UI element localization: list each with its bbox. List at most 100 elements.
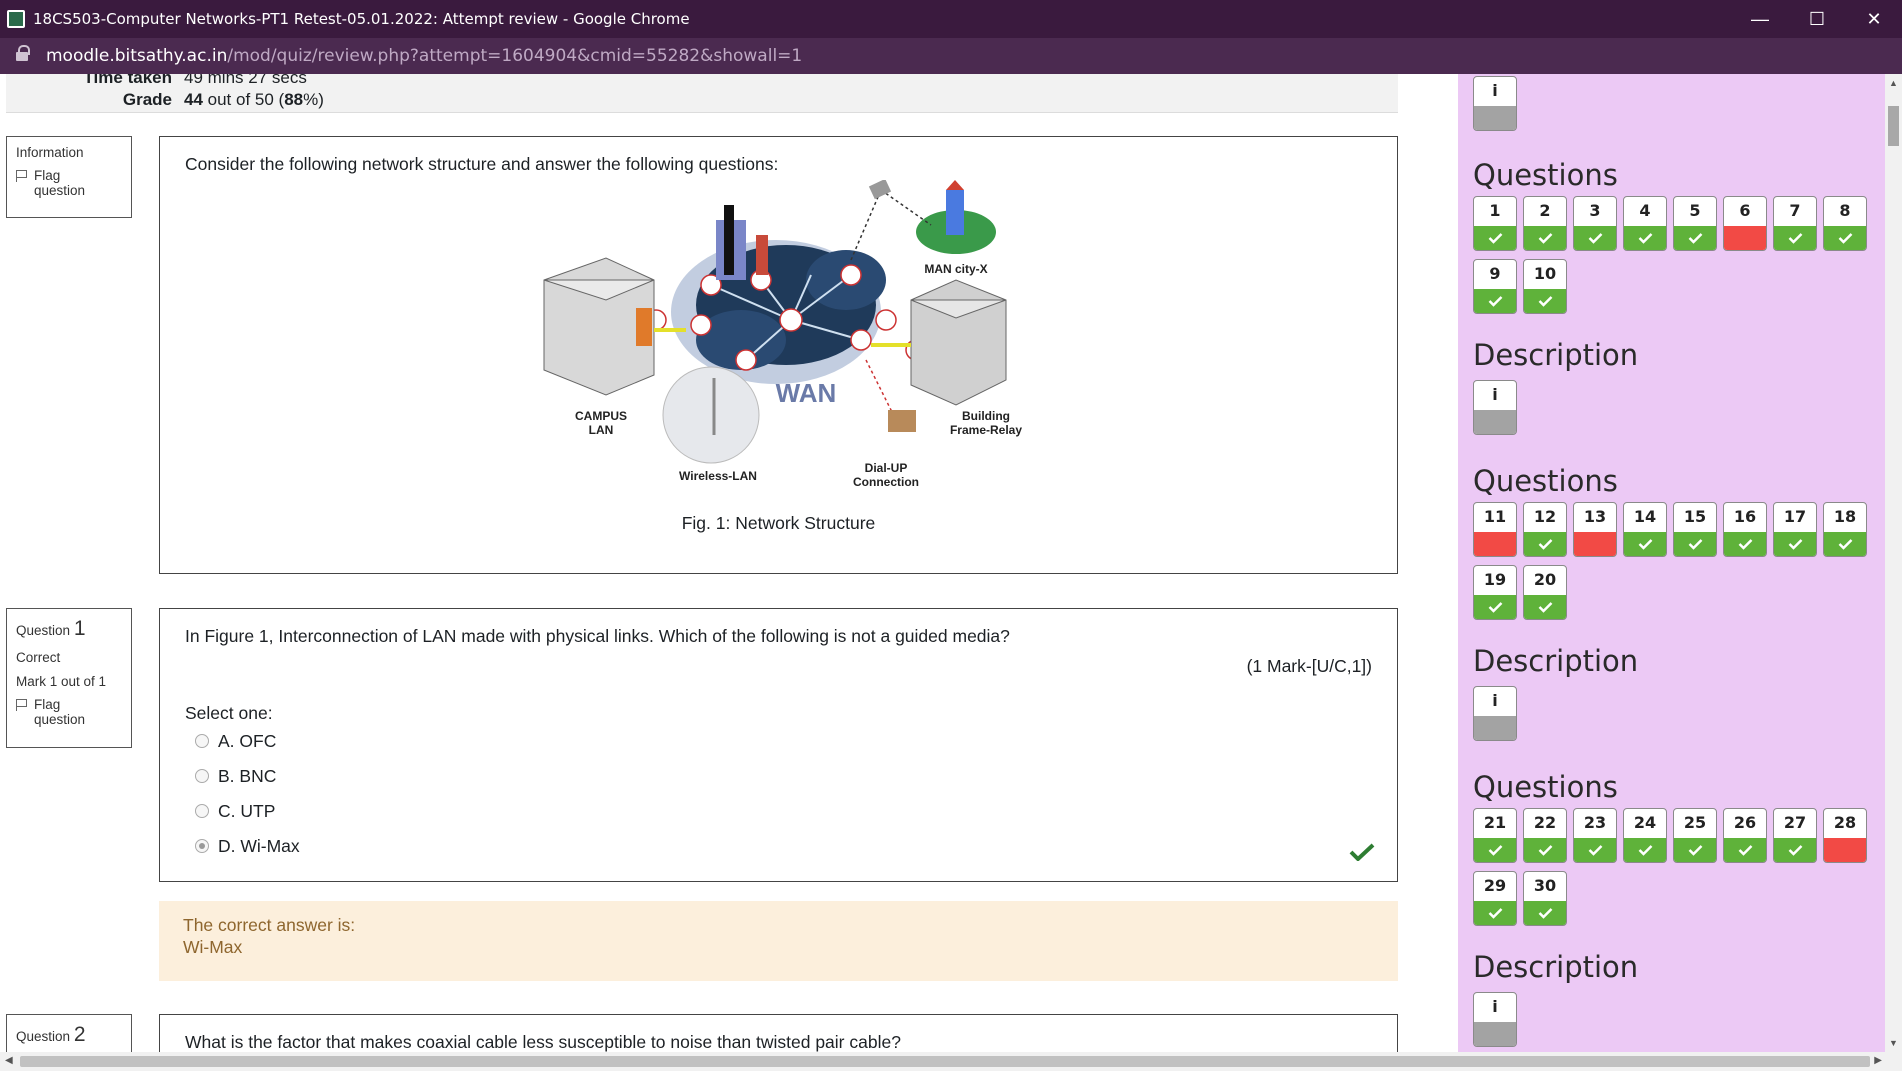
horizontal-scrollbar[interactable]: ◀ ▶ [0, 1052, 1902, 1071]
question-nav-button-1[interactable]: 1 [1473, 196, 1517, 251]
question-nav-button-26[interactable]: 26 [1723, 808, 1767, 863]
correct-check-icon [1574, 226, 1616, 250]
question-nav-number: 22 [1533, 813, 1557, 832]
question-label: Question [16, 623, 71, 638]
question-nav-button-11[interactable]: 11 [1473, 502, 1517, 557]
question-nav-button-20[interactable]: 20 [1523, 565, 1567, 620]
question-nav-number: 3 [1589, 201, 1601, 220]
question-nav-button-8[interactable]: 8 [1823, 196, 1867, 251]
question-nav-button-17[interactable]: 17 [1773, 502, 1817, 557]
sidebar-gutter [1440, 74, 1458, 1052]
question-1-content: In Figure 1, Interconnection of LAN made… [159, 608, 1398, 882]
correct-check-icon [1624, 532, 1666, 556]
question-nav-number: 4 [1639, 201, 1651, 220]
lock-icon[interactable] [16, 45, 30, 62]
scroll-down-arrow-icon[interactable]: ▼ [1889, 1038, 1898, 1048]
question-nav-button-28[interactable]: 28 [1823, 808, 1867, 863]
questions-heading: Questions [1473, 464, 1618, 498]
vertical-scrollbar[interactable]: ▲ ▼ [1885, 74, 1902, 1052]
question-nav-button-10[interactable]: 10 [1523, 259, 1567, 314]
question-nav-number: 10 [1533, 264, 1557, 283]
correct-check-icon [1574, 838, 1616, 862]
question-nav-button-15[interactable]: 15 [1673, 502, 1717, 557]
option-label: D. Wi-Max [218, 835, 300, 856]
correct-check-icon [1774, 226, 1816, 250]
question-2-text: What is the factor that makes coaxial ca… [185, 1032, 901, 1052]
close-button[interactable]: ✕ [1846, 0, 1902, 38]
scroll-up-arrow-icon[interactable]: ▲ [1889, 78, 1898, 88]
address-bar[interactable]: moodle.bitsathy.ac.in/mod/quiz/review.ph… [0, 38, 1902, 74]
description-info-button[interactable]: i [1473, 76, 1517, 131]
question-nav-number: 28 [1833, 813, 1857, 832]
scroll-right-arrow-icon[interactable]: ▶ [1874, 1055, 1882, 1066]
question-2-content: What is the factor that makes coaxial ca… [159, 1014, 1398, 1052]
question-nav-button-19[interactable]: 19 [1473, 565, 1517, 620]
question-nav-button-9[interactable]: 9 [1473, 259, 1517, 314]
question-nav-button-2[interactable]: 2 [1523, 196, 1567, 251]
correct-check-icon [1474, 226, 1516, 250]
question-nav-number: 15 [1683, 507, 1707, 526]
question-nav-button-21[interactable]: 21 [1473, 808, 1517, 863]
question-nav-button-4[interactable]: 4 [1623, 196, 1667, 251]
flag-question-link[interactable]: Flag question [16, 168, 122, 198]
description-info-button[interactable]: i [1473, 992, 1517, 1047]
time-taken-value: 49 mins 27 secs [184, 74, 307, 87]
questions-heading: Questions [1473, 158, 1618, 192]
questions-heading: Questions [1473, 770, 1618, 804]
status-bar [1474, 1022, 1516, 1046]
question-nav-button-16[interactable]: 16 [1723, 502, 1767, 557]
correct-check-icon [1724, 532, 1766, 556]
question-nav-button-27[interactable]: 27 [1773, 808, 1817, 863]
label-dialup-2: Connection [853, 475, 919, 489]
question-nav-number: 5 [1689, 201, 1701, 220]
question-nav-button-22[interactable]: 22 [1523, 808, 1567, 863]
radio-a[interactable] [195, 734, 209, 749]
question-number: 1 [73, 617, 86, 640]
correct-check-icon [1524, 595, 1566, 619]
question-label: Question [16, 1029, 71, 1044]
grade-percent: 88 [284, 90, 304, 109]
question-nav-button-18[interactable]: 18 [1823, 502, 1867, 557]
scroll-thumb[interactable] [1888, 106, 1899, 146]
question-nav-button-14[interactable]: 14 [1623, 502, 1667, 557]
question-nav-button-23[interactable]: 23 [1573, 808, 1617, 863]
question-nav-button-30[interactable]: 30 [1523, 871, 1567, 926]
option-b[interactable]: B. BNC [185, 759, 1372, 794]
question-nav-button-6[interactable]: 6 [1723, 196, 1767, 251]
quiz-navigation-inner: i Questions 1 2 3 4 5 6 7 8 9 10 Description i Questio… [1458, 74, 1885, 1052]
question-nav-button-3[interactable]: 3 [1573, 196, 1617, 251]
description-info-button[interactable]: i [1473, 380, 1517, 435]
question-nav-number: 25 [1683, 813, 1707, 832]
question-nav-button-25[interactable]: 25 [1673, 808, 1717, 863]
grade-score: 44 [184, 90, 203, 109]
flag-question-link[interactable]: Flag question [16, 697, 122, 727]
question-2-info-box: Question 2 [6, 1014, 132, 1052]
radio-c[interactable] [195, 804, 209, 819]
radio-d[interactable] [195, 839, 209, 854]
scroll-thumb-horizontal[interactable] [20, 1056, 1870, 1067]
scroll-left-arrow-icon[interactable]: ◀ [5, 1055, 13, 1066]
option-a[interactable]: A. OFC [185, 724, 1372, 759]
radio-b[interactable] [195, 769, 209, 784]
label-building-1: Building [962, 409, 1010, 423]
question-nav-number: 11 [1483, 507, 1507, 526]
description-info-button[interactable]: i [1473, 686, 1517, 741]
minimize-button[interactable]: — [1732, 0, 1788, 38]
option-d[interactable]: D. Wi-Max [185, 829, 1372, 864]
question-nav-button-5[interactable]: 5 [1673, 196, 1717, 251]
question-nav-button-12[interactable]: 12 [1523, 502, 1567, 557]
question-nav-button-13[interactable]: 13 [1573, 502, 1617, 557]
question-nav-button-7[interactable]: 7 [1773, 196, 1817, 251]
feedback-title: The correct answer is: [183, 915, 356, 935]
url-text[interactable]: moodle.bitsathy.ac.in/mod/quiz/review.ph… [46, 46, 802, 66]
option-c[interactable]: C. UTP [185, 794, 1372, 829]
network-structure-image: MAN city-X CAMPUS LAN Building Frame-Rel… [535, 178, 1022, 496]
question-nav-button-24[interactable]: 24 [1623, 808, 1667, 863]
quiz-review-content: Time taken 49 mins 27 secs Grade 44 out … [0, 74, 1438, 1052]
status-bar [1474, 410, 1516, 434]
question-nav-button-29[interactable]: 29 [1473, 871, 1517, 926]
info-label: i [1492, 81, 1498, 100]
maximize-button[interactable]: ☐ [1789, 0, 1845, 38]
correct-check-icon [1624, 226, 1666, 250]
flag-icon [16, 170, 28, 182]
